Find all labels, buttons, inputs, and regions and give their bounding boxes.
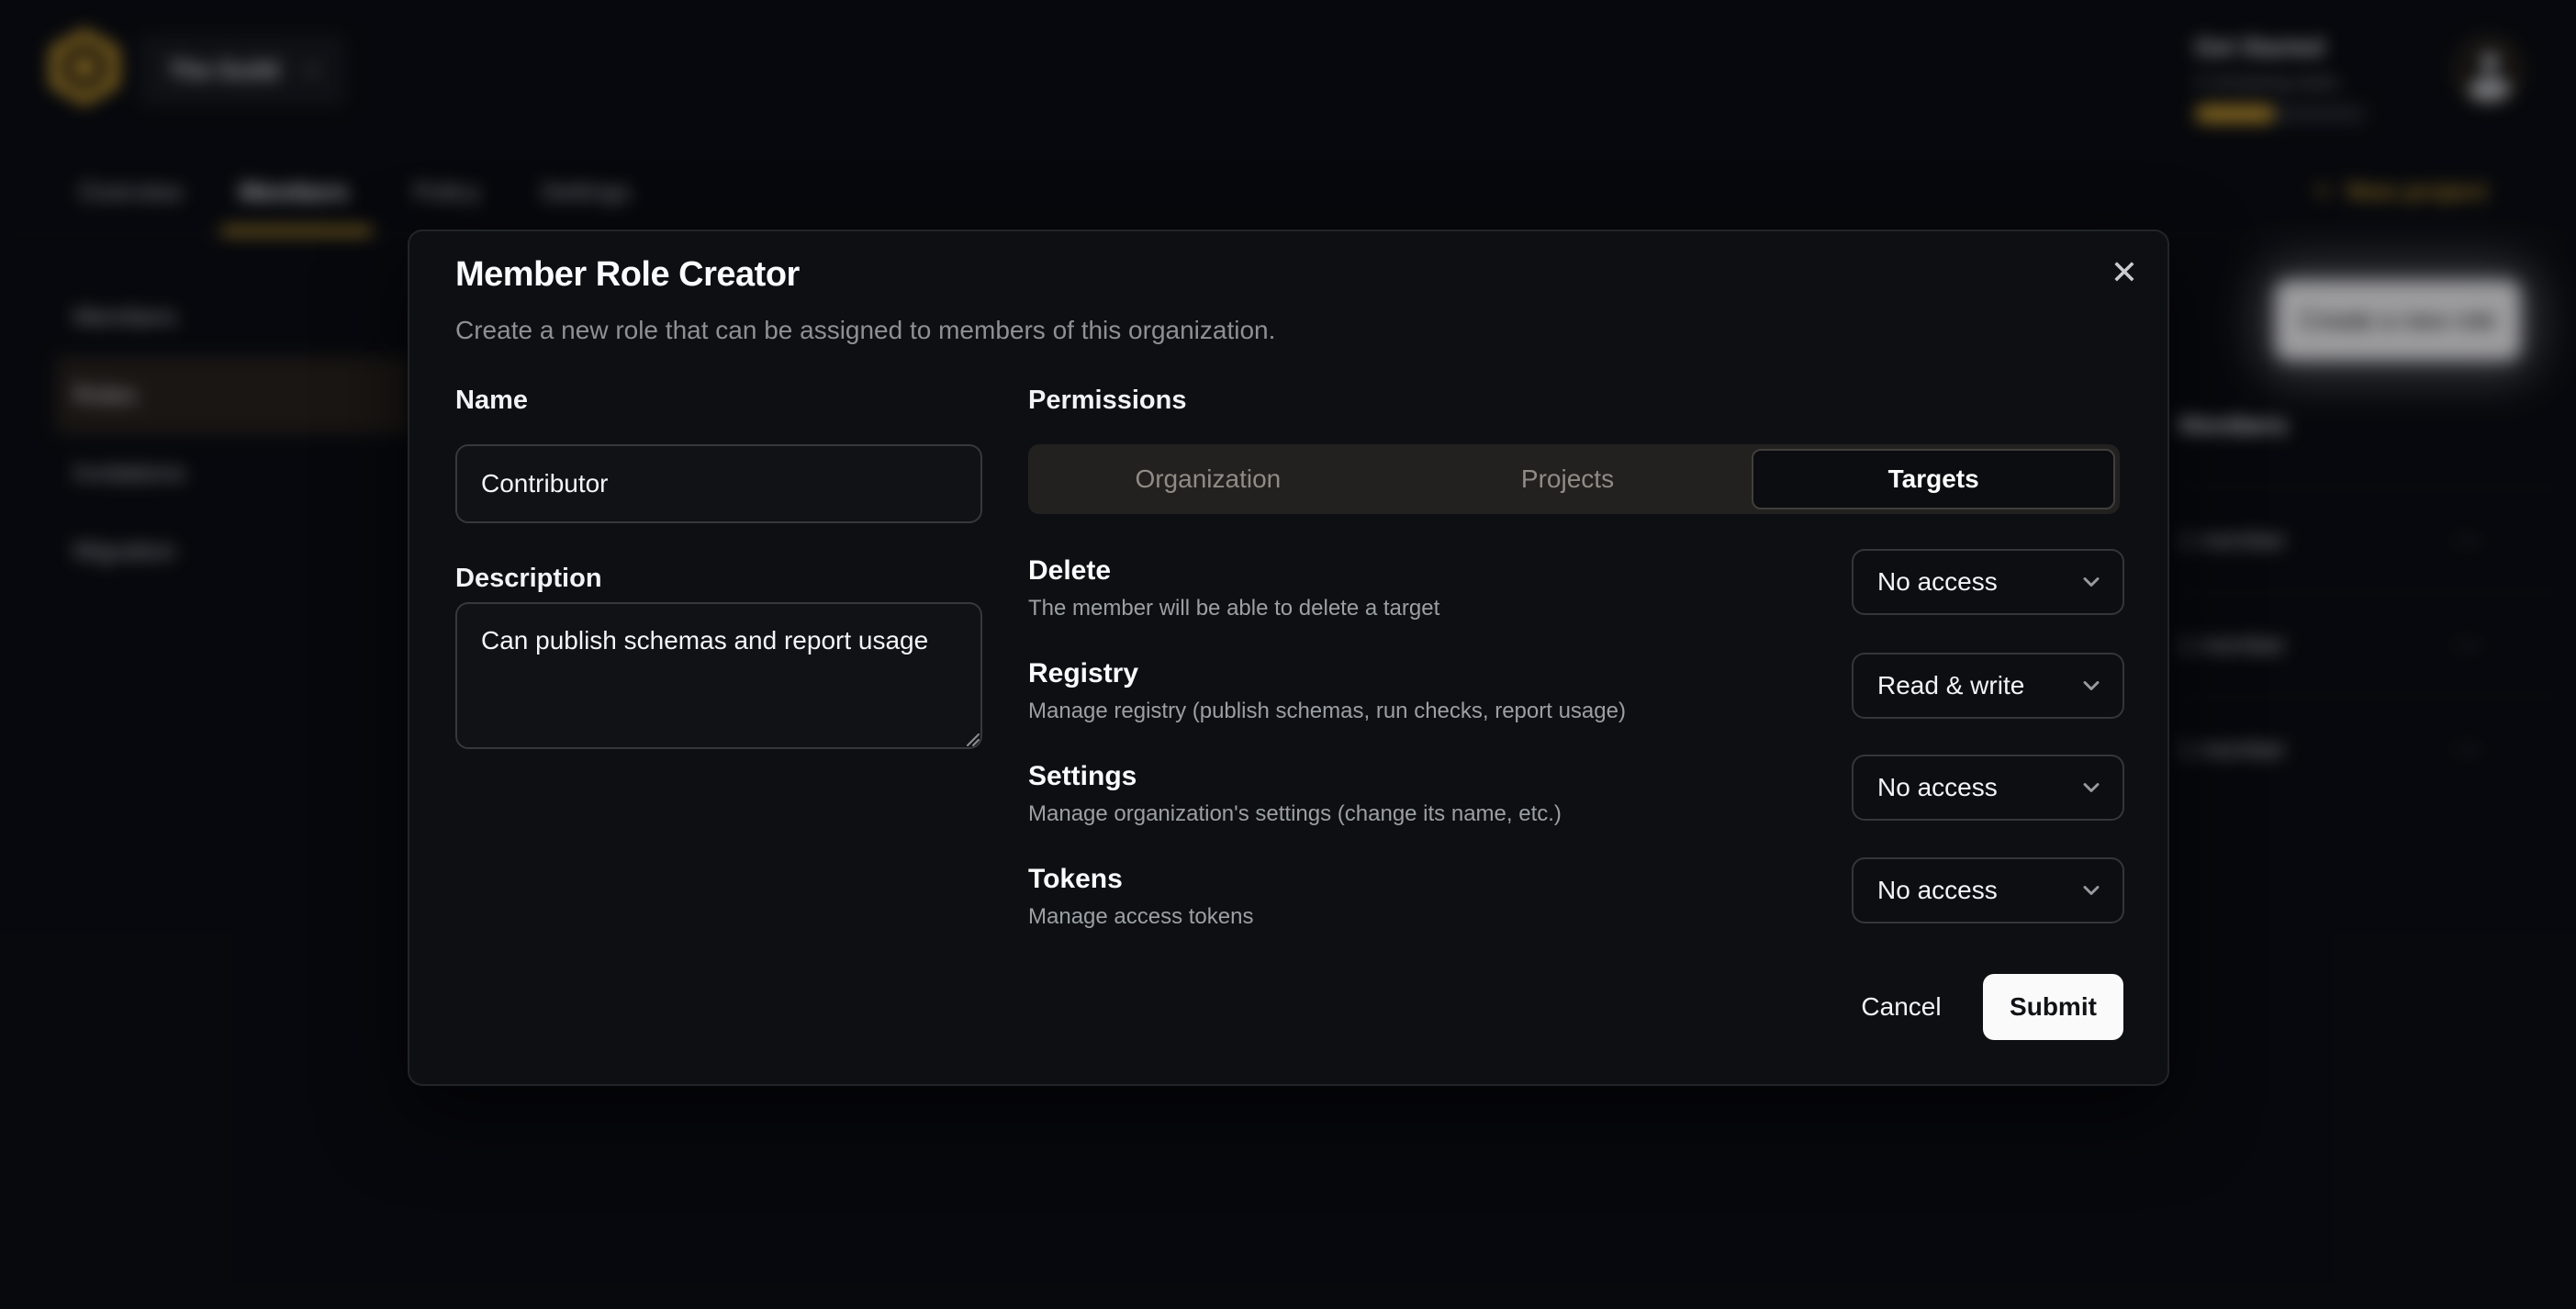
- description-textarea[interactable]: Can publish schemas and report usage: [455, 602, 982, 749]
- name-label: Name: [455, 386, 528, 416]
- permission-title-registry: Registry: [1028, 658, 1138, 689]
- chevron-down-icon: [2078, 878, 2104, 903]
- chevron-down-icon: [2078, 775, 2104, 800]
- tab-targets[interactable]: Targets: [1752, 449, 2115, 509]
- permission-title-delete: Delete: [1028, 555, 1111, 587]
- permission-desc-registry: Manage registry (publish schemas, run ch…: [1028, 699, 1626, 724]
- tab-projects[interactable]: Projects: [1388, 444, 1748, 514]
- permission-title-settings: Settings: [1028, 761, 1137, 792]
- member-role-creator-dialog: ✕ Member Role Creator Create a new role …: [408, 229, 2169, 1086]
- select-value: No access: [1877, 773, 2078, 802]
- permission-desc-tokens: Manage access tokens: [1028, 904, 1253, 930]
- select-value: Read & write: [1877, 671, 2078, 700]
- permissions-scope-tabs: Organization Projects Targets: [1028, 444, 2120, 514]
- permission-desc-delete: The member will be able to delete a targ…: [1028, 596, 1439, 621]
- chevron-down-icon: [2078, 673, 2104, 699]
- permissions-label: Permissions: [1028, 386, 1186, 416]
- permission-title-tokens: Tokens: [1028, 864, 1123, 895]
- registry-access-select[interactable]: Read & write: [1852, 653, 2124, 719]
- cancel-button[interactable]: Cancel: [1831, 972, 1972, 1042]
- settings-access-select[interactable]: No access: [1852, 755, 2124, 821]
- description-label: Description: [455, 564, 602, 594]
- resize-handle-icon[interactable]: [960, 727, 980, 747]
- dialog-title: Member Role Creator: [455, 255, 800, 295]
- tokens-access-select[interactable]: No access: [1852, 857, 2124, 923]
- submit-button[interactable]: Submit: [1983, 974, 2123, 1040]
- page: The Guild Get Started 4 remaining tasks …: [0, 0, 2576, 1309]
- permission-desc-settings: Manage organization's settings (change i…: [1028, 801, 1562, 827]
- select-value: No access: [1877, 876, 2078, 905]
- close-icon[interactable]: ✕: [2101, 250, 2147, 296]
- dialog-subtitle: Create a new role that can be assigned t…: [455, 316, 1275, 345]
- select-value: No access: [1877, 567, 2078, 597]
- tab-organization[interactable]: Organization: [1028, 444, 1388, 514]
- name-input[interactable]: [455, 444, 982, 523]
- delete-access-select[interactable]: No access: [1852, 549, 2124, 615]
- chevron-down-icon: [2078, 569, 2104, 595]
